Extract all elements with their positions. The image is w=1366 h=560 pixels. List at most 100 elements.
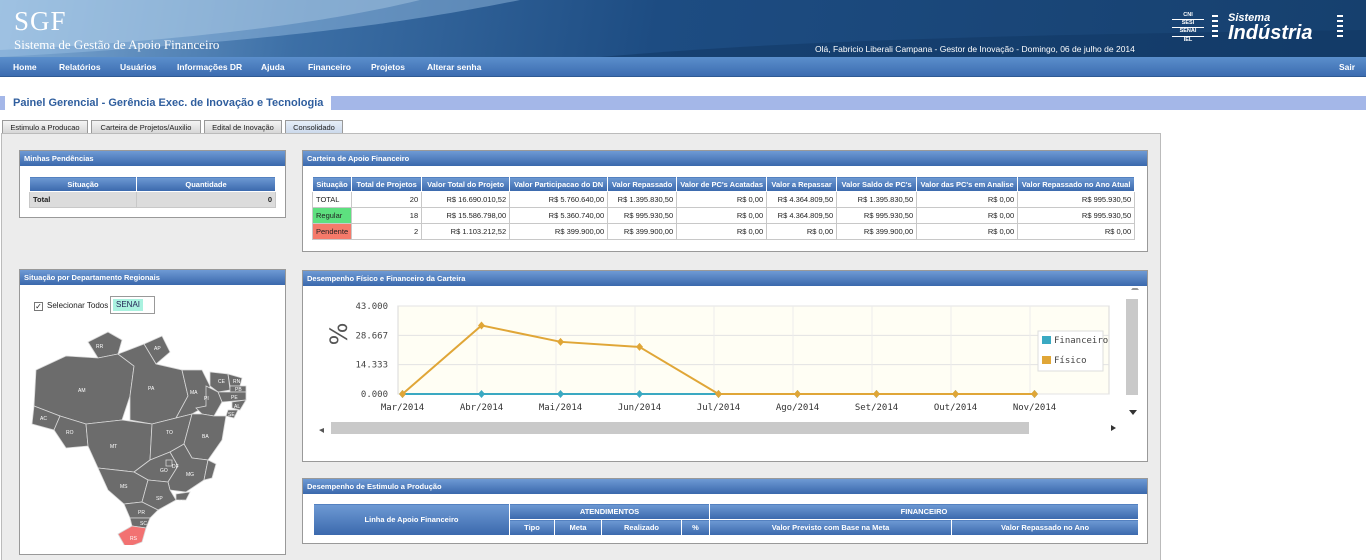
nav-sair[interactable]: Sair <box>1339 62 1355 72</box>
state-label: MT <box>110 444 117 450</box>
state-label: RJ <box>176 500 183 506</box>
brand-line2: Indústria <box>1228 22 1313 44</box>
x-tick-label: Abr/2014 <box>460 403 503 413</box>
carteira-header-col: Valor Total do Projeto <box>421 176 511 192</box>
carteira-header-col: Valor Repassado no Ano Atual <box>1017 176 1136 192</box>
carteira-cell: R$ 4.364.809,50 <box>766 207 838 224</box>
nav-usuarios[interactable]: Usuários <box>120 62 156 72</box>
nav-financeiro[interactable]: Financeiro <box>308 62 351 72</box>
state-label: RS <box>130 536 138 542</box>
desempenho-title: Desempenho Físico e Financeiro da Cartei… <box>303 271 1147 286</box>
pendencias-header-situacao: Situação <box>29 176 137 192</box>
state-mt[interactable] <box>85 419 153 473</box>
estimulo-header-financeiro: FINANCEIRO <box>709 503 1139 520</box>
tab-carteira-projetos[interactable]: Carteira de Projetos/Auxilio <box>91 120 201 134</box>
state-rj[interactable] <box>175 491 191 501</box>
state-label: AC <box>40 416 47 422</box>
carteira-cell: R$ 995.930,50 <box>836 207 918 224</box>
estimulo-header-linha: Linha de Apoio Financeiro <box>313 503 510 536</box>
nav-alterar-senha[interactable]: Alterar senha <box>427 62 481 72</box>
nav-home[interactable]: Home <box>13 62 37 72</box>
carteira-cell: R$ 0,00 <box>916 223 1019 240</box>
x-tick-label: Out/2014 <box>934 403 977 413</box>
carteira-situacao-cell: Pendente <box>311 223 353 240</box>
page-title-bar: Painel Gerencial - Gerência Exec. de Ino… <box>0 94 1366 111</box>
select-all-label: Selecionar Todos <box>47 301 109 310</box>
horizontal-scrollbar[interactable] <box>331 422 1029 434</box>
main-nav: Home Relatórios Usuários Informações DR … <box>0 57 1366 77</box>
y-tick-label: 14.333 <box>355 361 388 371</box>
carteira-header-col: Valor das PC's em Analise <box>916 176 1019 192</box>
entity-select-value: SENAI <box>113 299 143 311</box>
state-label: SP <box>156 496 163 502</box>
x-tick-label: Mai/2014 <box>539 403 582 413</box>
state-label: SE <box>228 412 235 418</box>
carteira-header-col: Valor Saldo de PC's <box>836 176 918 192</box>
legend-label: Físico <box>1054 356 1087 366</box>
entity-select[interactable]: SENAI <box>110 296 155 314</box>
estimulo-header-meta: Meta <box>554 519 602 536</box>
carteira-header-col: Valor Repassado <box>607 176 678 192</box>
estimulo-header-valor-previsto: Valor Previsto com Base na Meta <box>709 519 952 536</box>
estimulo-table: Linha de Apoio Financeiro ATENDIMENTOS F… <box>313 503 1139 536</box>
y-axis-label: % <box>325 323 353 346</box>
select-all-checkbox[interactable]: ✓ <box>34 302 43 311</box>
carteira-cell: R$ 0,00 <box>1017 223 1136 240</box>
line-chart: 0.000 14.333 28.667 43.000 Mar/2014 Abr/2014 M… <box>319 288 1139 434</box>
brazil-map[interactable]: RR AP AM PA MA CE RN PB PE AL SE AC RO M… <box>26 320 266 545</box>
nav-relatorios[interactable]: Relatórios <box>59 62 101 72</box>
estimulo-title: Desempenho de Estimulo a Produção <box>303 479 1147 494</box>
tab-estimulo-producao[interactable]: Estimulo a Producao <box>2 120 88 134</box>
carteira-table: Situação Total de Projetos Valor Total do … <box>311 176 1136 240</box>
state-label: PI <box>204 396 209 402</box>
tab-consolidado[interactable]: Consolidado <box>285 120 343 134</box>
x-tick-label: Set/2014 <box>855 403 898 413</box>
carteira-cell: R$ 1.395.830,50 <box>607 191 678 208</box>
state-label: RO <box>66 430 74 436</box>
brand-stack-item: SESI <box>1172 20 1204 29</box>
state-label: MS <box>120 484 128 490</box>
carteira-header-col: Total de Projetos <box>351 176 423 192</box>
carteira-situacao-cell: TOTAL <box>311 191 353 208</box>
pendencias-total-label: Total <box>29 191 137 208</box>
regionais-panel: Situação por Departamento Regionais ✓ Sel… <box>19 269 286 555</box>
carteira-header-col: Situação <box>311 176 353 192</box>
brand-stack-item: CNI <box>1172 12 1204 21</box>
carteira-cell: R$ 1.395.830,50 <box>836 191 918 208</box>
user-greeting: Olá, Fabricio Liberali Campana - Gestor … <box>815 44 1135 54</box>
carteira-cell: 20 <box>351 191 423 208</box>
carteira-cell: R$ 0,00 <box>916 207 1019 224</box>
state-label: PA <box>148 386 155 392</box>
nav-ajuda[interactable]: Ajuda <box>261 62 285 72</box>
state-label: AP <box>154 346 161 352</box>
carteira-cell: R$ 0,00 <box>766 223 838 240</box>
sistema-industria-logo: CNI SESI SENAI IEL Sistema Indústria <box>1172 12 1352 46</box>
carteira-cell: R$ 399.900,00 <box>607 223 678 240</box>
nav-informacoes-dr[interactable]: Informações DR <box>177 62 242 72</box>
state-label: PR <box>138 510 145 516</box>
state-label: ES <box>212 482 219 488</box>
carteira-cell: R$ 995.930,50 <box>1017 191 1136 208</box>
table-row: Pendente 2 R$ 1.103.212,52 R$ 399.900,00 R$ … <box>311 223 1136 240</box>
scroll-right-icon[interactable] <box>1111 425 1116 431</box>
estimulo-header-tipo: Tipo <box>509 519 555 536</box>
state-label: PB <box>235 387 242 393</box>
scroll-up-icon[interactable] <box>1131 288 1139 290</box>
nav-projetos[interactable]: Projetos <box>371 62 405 72</box>
brand-lines-icon <box>1212 15 1218 40</box>
carteira-cell: R$ 5.760.640,00 <box>509 191 609 208</box>
carteira-cell: R$ 399.900,00 <box>836 223 918 240</box>
y-tick-label: 0.000 <box>361 390 388 400</box>
tab-edital-inovacao[interactable]: Edital de Inovação <box>204 120 282 134</box>
app-subtitle: Sistema de Gestão de Apoio Financeiro <box>14 37 220 52</box>
vertical-scrollbar[interactable] <box>1126 299 1138 395</box>
app-logo[interactable]: SGF <box>14 6 67 37</box>
x-tick-label: Jul/2014 <box>697 403 740 413</box>
scroll-left-icon[interactable] <box>319 428 324 433</box>
x-tick-label: Jun/2014 <box>618 403 661 413</box>
estimulo-header-atendimentos: ATENDIMENTOS <box>509 503 710 520</box>
scroll-down-icon[interactable] <box>1129 410 1137 415</box>
carteira-cell: R$ 0,00 <box>676 223 768 240</box>
carteira-cell: 2 <box>351 223 423 240</box>
dashboard-content: Minhas Pendências Situação Quantidade To… <box>1 133 1161 560</box>
